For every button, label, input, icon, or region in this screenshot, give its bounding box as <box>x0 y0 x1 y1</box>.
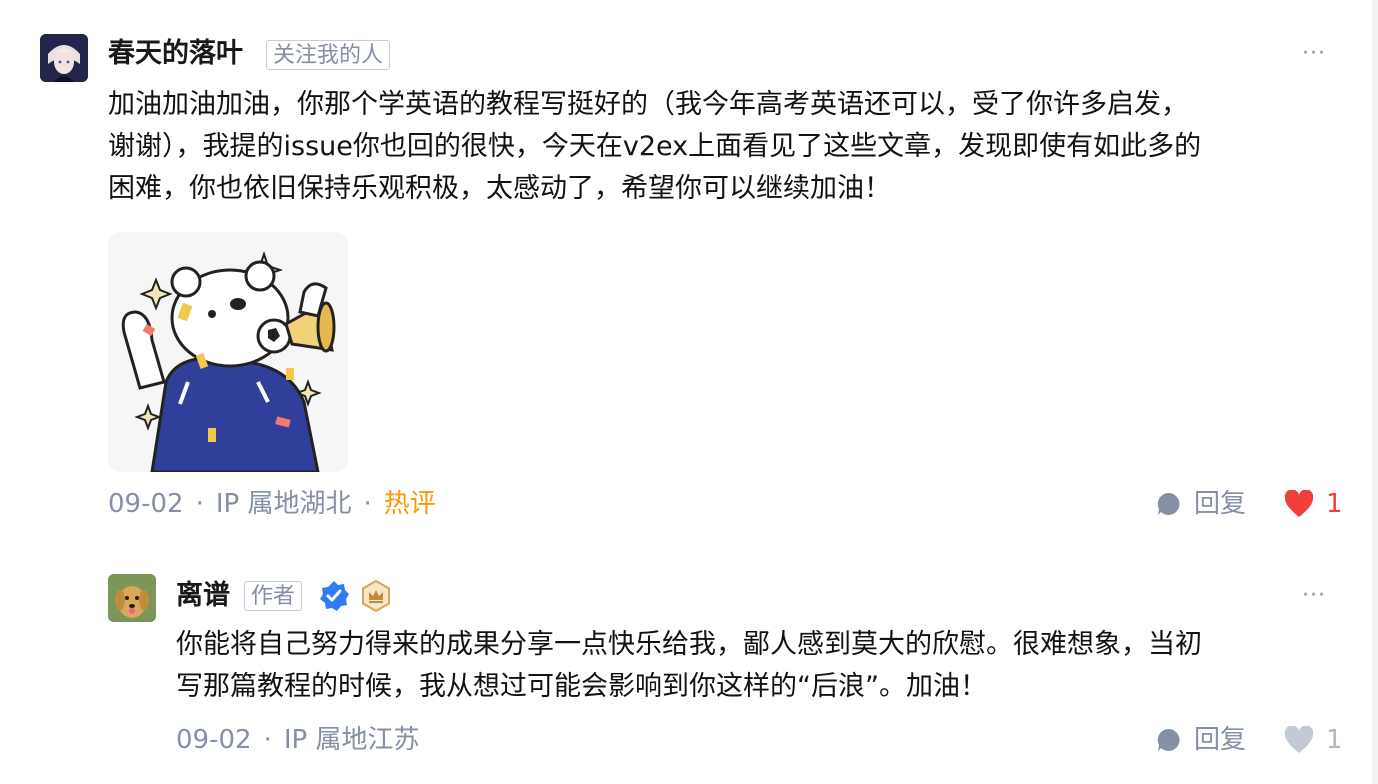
more-options-icon[interactable]: ··· <box>1302 43 1326 65</box>
comment-content: 加油加油加油，你那个学英语的教程写挺好的（我今年高考英语还可以，受了你许多启发，… <box>108 84 1348 210</box>
heart-filled-icon <box>1284 490 1314 517</box>
avatar[interactable] <box>108 574 156 622</box>
content-line: 你能将自己努力得来的成果分享一点快乐给我，鄙人感到莫大的欣慰。很难想象，当初 <box>176 629 1202 660</box>
reply-bubble-icon <box>1157 728 1180 751</box>
cheering-bear-sticker[interactable] <box>108 232 348 472</box>
author-name[interactable]: 离谱 <box>176 576 230 616</box>
content-line: 写那篇教程的时候，我从想过可能会影响到你这样的“后浪”。加油！ <box>176 671 987 702</box>
like-button[interactable]: 1 <box>1284 486 1343 522</box>
comment-meta: 09-02 · IP 属地湖北 · 热评 <box>108 489 436 519</box>
follower-tag: 关注我的人 <box>266 40 391 70</box>
ip-location: IP 属地江苏 <box>283 725 420 755</box>
ip-location: IP 属地湖北 <box>215 489 352 519</box>
comment-date: 09-02 <box>108 489 184 519</box>
content-line: 谢谢），我提的issue你也回的很快，今天在v2ex上面看见了这些文章，发现即使… <box>108 131 1202 162</box>
reply-button[interactable]: 回复 <box>1156 486 1246 522</box>
more-options-icon[interactable]: ··· <box>1302 585 1326 607</box>
heart-icon <box>1284 726 1314 753</box>
comment-date: 09-02 <box>176 725 252 755</box>
author-tag: 作者 <box>244 581 303 611</box>
scrollbar[interactable] <box>1372 0 1378 784</box>
reply-label: 回复 <box>1194 489 1247 519</box>
like-count: 1 <box>1326 489 1343 519</box>
reply-bubble-icon <box>1157 492 1180 515</box>
reply-button[interactable]: 回复 <box>1156 722 1246 758</box>
comment-meta: 09-02 · IP 属地江苏 <box>176 725 420 755</box>
avatar[interactable] <box>40 34 88 82</box>
content-line: 困难，你也依旧保持乐观积极，太感动了，希望你可以继续加油！ <box>108 173 891 204</box>
content-line: 加油加油加油，你那个学英语的教程写挺好的（我今年高考英语还可以，受了你许多启发， <box>108 89 1188 120</box>
hot-comment-badge: 热评 <box>383 489 436 519</box>
reply-label: 回复 <box>1194 725 1247 755</box>
verified-icon <box>320 581 349 611</box>
like-count: 1 <box>1326 725 1343 755</box>
author-name[interactable]: 春天的落叶 <box>108 34 243 74</box>
like-button[interactable]: 1 <box>1284 722 1343 758</box>
comment-content: 你能将自己努力得来的成果分享一点快乐给我，鄙人感到莫大的欣慰。很难想象，当初 写… <box>176 624 1348 708</box>
crown-badge-icon <box>362 580 390 612</box>
